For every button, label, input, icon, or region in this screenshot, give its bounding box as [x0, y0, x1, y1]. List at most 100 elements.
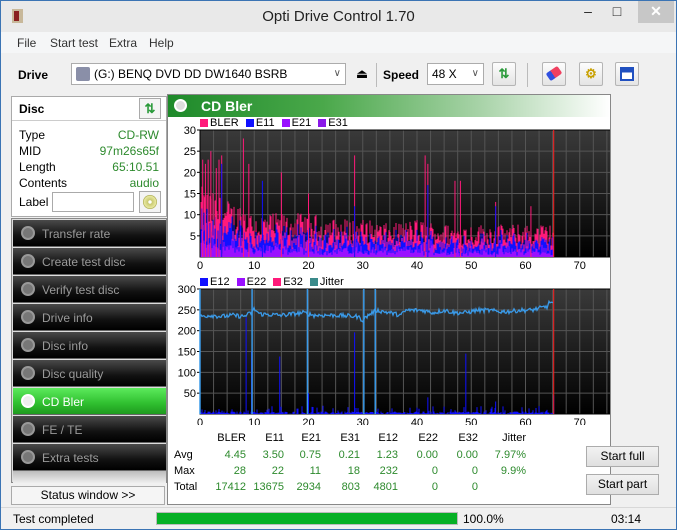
label-input[interactable]: [52, 192, 134, 212]
y-tick-label: 25: [184, 146, 196, 158]
menu-help[interactable]: Help: [149, 36, 174, 50]
x-tick-label: 50: [465, 417, 477, 425]
stats-table: BLER E11 E21 E31 E12 E22 E32 Jitter Avg 4.45 3.50 0…: [174, 432, 574, 502]
menu-extra[interactable]: Extra: [109, 36, 137, 50]
y-tick-label: 100: [178, 367, 196, 379]
y-tick-label: 250: [178, 305, 196, 317]
y-tick-label: 200: [178, 326, 196, 338]
toolbar: Drive (G:) BENQ DVD DD DW1640 BSRB ∨ ⏏ S…: [1, 53, 676, 95]
disc-icon: [21, 226, 35, 240]
menu-bar: File Start test Extra Help: [1, 32, 676, 53]
disc-panel: Disc ⇅ Type CD-RW MID 97m26s65f Length 65:1…: [11, 96, 167, 217]
refresh-icon: ⇅: [498, 66, 510, 81]
nav-extra-tests[interactable]: Extra tests: [13, 444, 166, 471]
eraser-icon: [545, 65, 563, 82]
test-nav: Transfer rate Create test disc Verify te…: [11, 218, 167, 483]
nav-filler: [13, 471, 166, 483]
stats-cell: 0: [431, 481, 438, 493]
x-tick-label: 30: [357, 260, 369, 272]
nav-verify-test-disc[interactable]: Verify test disc: [13, 276, 166, 303]
progress-fill: [157, 513, 457, 524]
elapsed-time: 03:14: [611, 512, 642, 526]
x-tick-label: 60: [519, 417, 531, 425]
e12-jitter-chart: 3002502001501005001020304050607080 min10…: [178, 284, 610, 425]
y-tick-label: 15: [184, 189, 196, 201]
y-tick-label: 150: [178, 347, 196, 359]
nav-disc-info[interactable]: Disc info: [13, 332, 166, 359]
status-window-button[interactable]: Status window >>: [11, 486, 165, 505]
speed-select-value: 48 X: [432, 67, 457, 81]
stats-cell: 0.00: [456, 449, 478, 461]
y-tick-label: 20: [184, 167, 196, 179]
x-tick-label: 20: [302, 260, 314, 272]
stats-cell: 0: [471, 465, 478, 477]
app-window: Opti Drive Control 1.70 – □ ✕ File Start…: [0, 0, 677, 530]
maximize-button[interactable]: □: [602, 1, 632, 23]
x-tick-label: 10: [248, 417, 260, 425]
drive-label: Drive: [18, 68, 49, 82]
disc-prop-length: Length 65:10.51: [19, 160, 159, 174]
x-tick-label: 20: [302, 417, 314, 425]
stats-row-label: Max: [174, 465, 195, 477]
stats-cell: 232: [379, 465, 398, 477]
floppy-icon: [620, 67, 634, 81]
start-part-button[interactable]: Start part: [586, 474, 659, 495]
disc-prop-contents: Contents audio: [19, 176, 159, 190]
close-button[interactable]: ✕: [638, 1, 674, 23]
nav-disc-quality[interactable]: Disc quality: [13, 360, 166, 387]
gears-icon: ⚙: [585, 66, 597, 81]
nav-drive-info[interactable]: Drive info: [13, 304, 166, 331]
erase-button[interactable]: [542, 62, 566, 86]
x-tick-label: 0: [197, 417, 203, 425]
disc-panel-header: Disc ⇅: [12, 97, 166, 121]
cd-icon: [143, 195, 157, 209]
x-tick-label: 60: [519, 260, 531, 272]
nav-fe-te[interactable]: FE / TE: [13, 416, 166, 443]
minimize-button[interactable]: –: [573, 1, 603, 23]
disc-icon: [21, 450, 35, 464]
stats-cell: 1.23: [376, 449, 398, 461]
y-tick-label: 50: [184, 388, 196, 400]
speed-label: Speed: [383, 68, 420, 82]
x-tick-label: 70: [574, 417, 586, 425]
charts-svg: 3025201510501020304050607080 min56 X48 X…: [178, 125, 610, 425]
stats-cell: 4801: [373, 481, 398, 493]
disc-icon: [21, 310, 35, 324]
stats-header-bler: BLER: [217, 432, 246, 444]
drive-select[interactable]: (G:) BENQ DVD DD DW1640 BSRB ∨: [71, 63, 346, 85]
toolbar-separator: [376, 63, 377, 87]
status-bar: Test completed 100.0% 03:14: [1, 507, 676, 529]
stats-header-e12: E12: [378, 432, 398, 444]
stats-header-e31: E31: [340, 432, 360, 444]
refresh-icon: ⇅: [144, 101, 156, 116]
disc-icon: [21, 422, 35, 436]
stats-header-e11: E11: [265, 432, 284, 444]
disc-icon: [21, 338, 35, 352]
disc-prop-mid: MID 97m26s65f: [19, 144, 159, 158]
nav-transfer-rate[interactable]: Transfer rate: [13, 220, 166, 247]
start-full-button[interactable]: Start full: [586, 446, 659, 467]
x-tick-label: 40: [411, 260, 423, 272]
nav-create-test-disc[interactable]: Create test disc: [13, 248, 166, 275]
progress-label: 100.0%: [463, 512, 504, 526]
disc-icon: [21, 254, 35, 268]
drive-icon: [76, 67, 90, 81]
nav-cd-bler[interactable]: CD Bler: [13, 388, 166, 415]
chevron-down-icon: ∨: [333, 68, 341, 79]
read-label-button[interactable]: [139, 191, 161, 213]
progress-bar: [156, 512, 458, 525]
refresh-speed-button[interactable]: ⇅: [492, 62, 516, 86]
refresh-disc-button[interactable]: ⇅: [139, 98, 161, 119]
eject-button[interactable]: ⏏: [350, 63, 374, 87]
chevron-down-icon: ∨: [471, 68, 479, 79]
settings-button[interactable]: ⚙: [579, 62, 603, 86]
speed-select[interactable]: 48 X ∨: [427, 63, 484, 85]
stats-header-e32: E32: [458, 432, 478, 444]
save-button[interactable]: [615, 62, 639, 86]
toolbar-separator: [527, 63, 528, 87]
x-tick-label: 0: [197, 260, 203, 272]
menu-file[interactable]: File: [17, 36, 36, 50]
stats-cell: 0.00: [416, 449, 438, 461]
menu-start-test[interactable]: Start test: [50, 36, 98, 50]
stats-header-e21: E21: [301, 432, 321, 444]
